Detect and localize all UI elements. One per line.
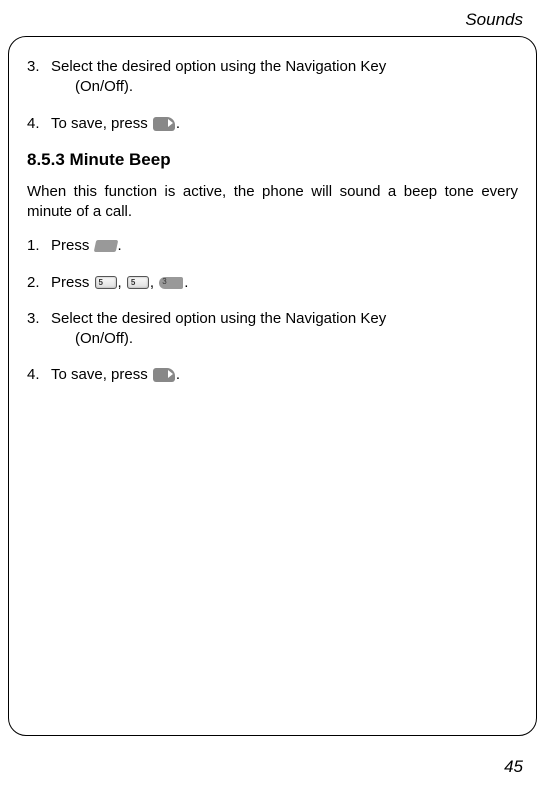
step-text: Press 5, 5, . — [51, 273, 518, 293]
step-text: Select the desired option using the Navi… — [51, 309, 518, 350]
step-number: 2. — [27, 273, 51, 293]
content-frame: 3. Select the desired option using the N… — [8, 36, 537, 736]
three-key-icon — [159, 277, 183, 289]
step-text: To save, press . — [51, 365, 518, 385]
section-heading: 8.5.3 Minute Beep — [27, 150, 518, 170]
step-4: 4. To save, press . — [27, 365, 518, 385]
text-before: To save, press — [51, 115, 152, 132]
step-2: 2. Press 5, 5, . — [27, 273, 518, 293]
text-before: Press — [51, 274, 94, 291]
prev-step-4: 4. To save, press . — [27, 114, 518, 134]
page-header: Sounds — [0, 0, 545, 36]
step-line1: Select the desired option using the Navi… — [51, 58, 386, 75]
page-number: 45 — [504, 757, 523, 777]
text-before: Press — [51, 237, 94, 254]
ok-icon — [153, 117, 175, 131]
softkey-icon — [93, 240, 118, 252]
text-after: . — [176, 115, 180, 132]
step-number: 3. — [27, 309, 51, 350]
step-number: 1. — [27, 236, 51, 256]
text-after: . — [184, 274, 188, 291]
step-line2: (On/Off). — [51, 329, 518, 349]
comma: , — [150, 274, 158, 291]
text-before: To save, press — [51, 366, 152, 383]
ok-icon — [153, 368, 175, 382]
key-label: 5 — [131, 278, 135, 289]
prev-step-3: 3. Select the desired option using the N… — [27, 57, 518, 98]
text-after: . — [118, 237, 122, 254]
comma: , — [118, 274, 126, 291]
text-after: . — [176, 366, 180, 383]
step-1: 1. Press . — [27, 236, 518, 256]
step-text: To save, press . — [51, 114, 518, 134]
step-line2: (On/Off). — [51, 77, 518, 97]
step-line1: Select the desired option using the Navi… — [51, 310, 386, 327]
five-key-icon: 5 — [95, 276, 117, 289]
section-paragraph: When this function is active, the phone … — [27, 182, 518, 223]
step-text: Press . — [51, 236, 518, 256]
step-3: 3. Select the desired option using the N… — [27, 309, 518, 350]
key-label: 5 — [99, 278, 103, 289]
step-number: 4. — [27, 365, 51, 385]
step-text: Select the desired option using the Navi… — [51, 57, 518, 98]
five-key-icon: 5 — [127, 276, 149, 289]
step-number: 3. — [27, 57, 51, 98]
step-number: 4. — [27, 114, 51, 134]
